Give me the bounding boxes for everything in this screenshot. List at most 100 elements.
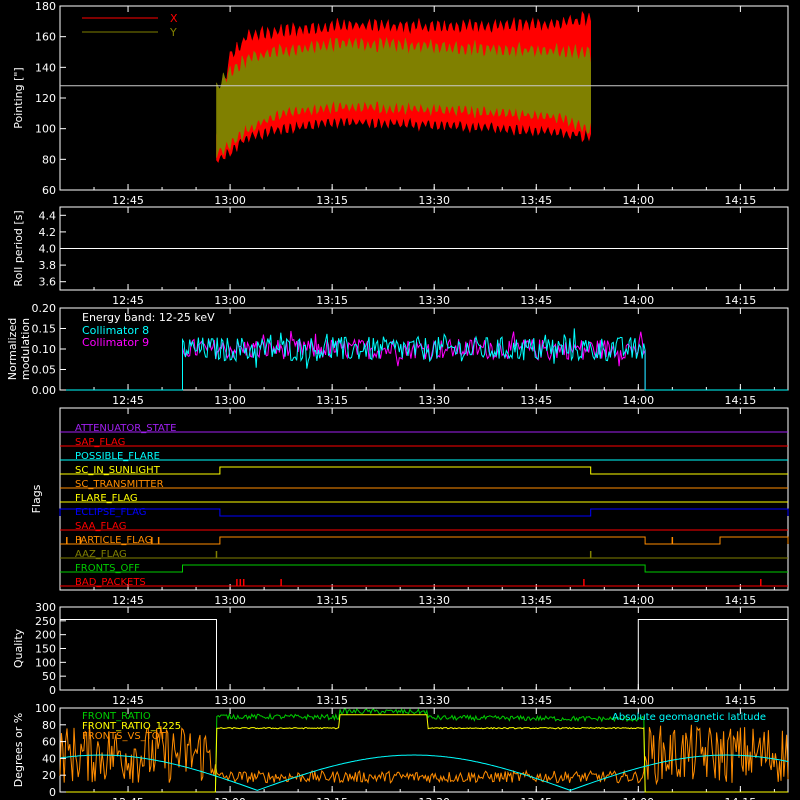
time-tick-label: 13:15 xyxy=(316,194,348,207)
flag-label-attenuator-state: ATTENUATOR_STATE xyxy=(75,423,176,434)
time-tick-label: 13:30 xyxy=(418,294,450,307)
y-tick-label: 100 xyxy=(35,656,56,669)
time-tick-label: 12:45 xyxy=(112,694,144,707)
time-tick-label: 13:00 xyxy=(214,796,246,800)
legend-label-fronts-vs-tot: FRONTS_VS_TOT xyxy=(82,731,167,742)
flag-label-sc-in-sunlight: SC_IN_SUNLIGHT xyxy=(75,465,161,476)
time-tick-label: 13:45 xyxy=(520,594,552,607)
y-tick-label: 40 xyxy=(42,752,56,765)
legend-label-geomagnetic-latitude: Absolute geomagnetic latitude xyxy=(612,712,766,723)
y-axis-label-line1: Normalized xyxy=(6,318,19,380)
flag-label-sap-flag: SAP_FLAG xyxy=(75,437,125,448)
y-tick-label: 60 xyxy=(42,736,56,749)
time-tick-label: 13:15 xyxy=(316,694,348,707)
time-tick-label: 13:00 xyxy=(214,594,246,607)
y-tick-label: 180 xyxy=(35,0,56,13)
time-tick-label: 13:15 xyxy=(316,394,348,407)
y-tick-label: 160 xyxy=(35,31,56,44)
time-tick-label: 14:00 xyxy=(622,194,654,207)
panel-frame-3 xyxy=(59,407,789,591)
flag-label-fronts-off: FRONTS_OFF xyxy=(75,563,140,574)
y-tick-label: 0.15 xyxy=(32,323,57,336)
y-tick-label: 100 xyxy=(35,123,56,136)
modulation-series-collimator-9 xyxy=(60,330,788,391)
time-tick-label: 14:00 xyxy=(622,796,654,800)
y-tick-label: 100 xyxy=(35,702,56,715)
flag-line-eclipse-flag xyxy=(59,508,789,517)
modulation-series-collimator-8 xyxy=(60,328,788,391)
y-axis-label: Quality xyxy=(12,628,25,668)
time-tick-label: 13:15 xyxy=(316,594,348,607)
time-tick-label: 12:45 xyxy=(112,194,144,207)
y-tick-label: 0.20 xyxy=(32,302,57,315)
y-axis-label-line2: modulation xyxy=(19,318,32,380)
y-tick-label: 4.2 xyxy=(39,226,57,239)
time-tick-label: 13:45 xyxy=(520,694,552,707)
time-tick-label: 13:30 xyxy=(418,694,450,707)
flag-line-fronts-off xyxy=(60,564,788,573)
time-tick-label: 13:30 xyxy=(418,796,450,800)
y-tick-label: 0.05 xyxy=(32,364,57,377)
flag-label-aaz-flag: AAZ_FLAG xyxy=(75,549,127,560)
y-tick-label: 80 xyxy=(42,153,56,166)
y-tick-label: 4.4 xyxy=(39,209,57,222)
y-tick-label: 250 xyxy=(35,615,56,628)
y-tick-label: 80 xyxy=(42,719,56,732)
time-tick-label: 13:30 xyxy=(418,594,450,607)
y-tick-label: 3.6 xyxy=(39,276,57,289)
flag-label-particle-flag: PARTICLE_FLAG xyxy=(75,535,152,546)
y-axis-label: Flags xyxy=(30,484,43,513)
y-axis-label: Pointing ["] xyxy=(12,67,25,128)
y-tick-label: 0 xyxy=(49,786,56,799)
time-tick-label: 12:45 xyxy=(112,294,144,307)
time-tick-label: 14:15 xyxy=(725,294,757,307)
y-tick-label: 150 xyxy=(35,643,56,656)
time-tick-label: 14:15 xyxy=(725,394,757,407)
time-tick-label: 13:45 xyxy=(520,294,552,307)
y-axis-label: Degrees or % xyxy=(12,713,25,787)
time-tick-label: 14:00 xyxy=(622,294,654,307)
y-tick-label: 50 xyxy=(42,670,56,683)
time-tick-label: 13:45 xyxy=(520,394,552,407)
time-tick-label: 13:00 xyxy=(214,694,246,707)
y-tick-label: 3.8 xyxy=(39,259,57,272)
time-tick-label: 13:00 xyxy=(214,394,246,407)
time-tick-label: 14:00 xyxy=(622,594,654,607)
flag-label-bad-packets: BAD_PACKETS xyxy=(75,577,146,588)
time-tick-label: 14:15 xyxy=(725,694,757,707)
y-tick-label: 60 xyxy=(42,184,56,197)
series-fronts-vs-tot xyxy=(59,724,789,786)
time-tick-label: 14:15 xyxy=(725,796,757,800)
y-tick-label: 140 xyxy=(35,61,56,74)
time-tick-label: 14:15 xyxy=(725,594,757,607)
time-tick-label: 14:00 xyxy=(622,394,654,407)
flag-label-sc-transmitter: SC_TRANSMITTER xyxy=(75,479,164,490)
y-tick-label: 0 xyxy=(49,684,56,697)
time-tick-label: 12:45 xyxy=(112,394,144,407)
y-axis-label: Roll period [s] xyxy=(12,210,25,286)
pointing-series-group xyxy=(216,11,591,163)
time-tick-label: 13:15 xyxy=(316,796,348,800)
y-tick-label: 4.0 xyxy=(39,243,57,256)
y-tick-label: 20 xyxy=(42,769,56,782)
time-tick-label: 13:45 xyxy=(520,796,552,800)
time-tick-label: 12:45 xyxy=(112,594,144,607)
time-tick-label: 13:15 xyxy=(316,294,348,307)
legend-label-collimator-9: Collimator 9 xyxy=(82,336,149,349)
y-tick-label: 200 xyxy=(35,629,56,642)
time-tick-label: 12:45 xyxy=(112,796,144,800)
flag-line-sc-in-sunlight xyxy=(60,466,788,475)
flag-line-particle-flag xyxy=(60,536,789,545)
rhessi-observing-summary-plot: 12:45 13:00 13:15 13:30 13:45 14:00 14:15 60 80 1… xyxy=(6,0,789,800)
flag-label-flare-flag: FLARE_FLAG xyxy=(75,493,138,504)
y-tick-label: 0.00 xyxy=(32,384,57,397)
time-tick-label: 14:15 xyxy=(725,194,757,207)
y-tick-label: 0.10 xyxy=(32,343,57,356)
y-tick-label: 300 xyxy=(35,601,56,614)
time-tick-label: 14:00 xyxy=(622,694,654,707)
time-tick-label: 13:30 xyxy=(418,194,450,207)
flag-label-eclipse-flag: ECLIPSE_FLAG xyxy=(75,507,146,518)
time-tick-label: 13:00 xyxy=(214,294,246,307)
legend-label-y: Y xyxy=(169,26,177,39)
quality-line xyxy=(60,619,788,691)
